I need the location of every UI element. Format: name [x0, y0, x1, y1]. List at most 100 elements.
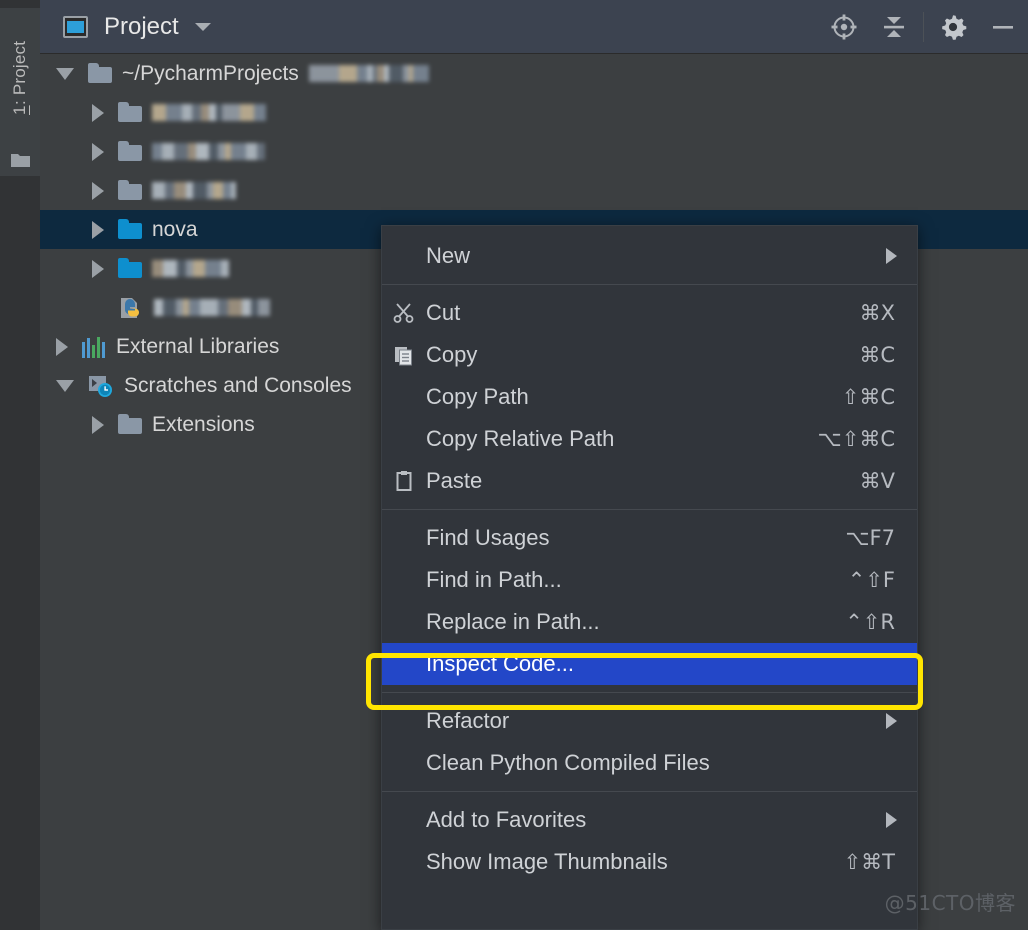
menu-item[interactable]: Replace in Path... ⌃⇧R	[382, 601, 917, 643]
submenu-arrow-icon	[886, 248, 897, 264]
tree-row[interactable]	[40, 132, 1028, 171]
watermark: @51CTO博客	[884, 891, 1016, 915]
settings-button[interactable]	[928, 0, 978, 54]
menu-item-icon-slot	[382, 418, 426, 460]
menu-item-icon-slot	[382, 742, 426, 784]
redacted-text	[154, 299, 270, 316]
menu-separator	[382, 509, 917, 510]
project-view-icon	[63, 15, 88, 38]
menu-item-label: Add to Favorites	[426, 807, 587, 832]
menu-item[interactable]: New	[382, 235, 917, 277]
menu-item-icon-slot	[382, 601, 426, 643]
collapse-all-icon	[884, 16, 904, 37]
menu-item-label: Clean Python Compiled Files	[426, 750, 710, 775]
context-menu[interactable]: New Cut ⌘X Copy ⌘C Copy Path ⇧⌘C Copy Relative …	[381, 225, 918, 930]
menu-item-label: Paste	[426, 468, 483, 493]
menu-item[interactable]: Paste ⌘V	[382, 460, 917, 502]
menu-item-shortcut: ⇧⌘T	[843, 850, 895, 874]
tree-row[interactable]	[40, 171, 1028, 210]
folder-icon	[118, 180, 142, 200]
tool-window-strip: 1: Project	[0, 0, 40, 930]
minimize-button[interactable]	[978, 0, 1028, 54]
folder-icon	[118, 141, 142, 161]
collapse-all-button[interactable]	[869, 0, 919, 54]
select-opened-file-button[interactable]	[819, 0, 869, 54]
folder-icon	[118, 258, 142, 278]
menu-item-icon-slot	[382, 292, 426, 334]
menu-item-icon-slot	[382, 559, 426, 601]
tree-row-label: nova	[152, 217, 198, 241]
menu-group: Find Usages ⌥F7 Find in Path... ⌃⇧F Replace …	[382, 517, 917, 685]
menu-item-icon-slot	[382, 700, 426, 742]
menu-item[interactable]: Cut ⌘X	[382, 292, 917, 334]
menu-item-label: Inspect Code...	[426, 651, 574, 676]
menu-item[interactable]: Find in Path... ⌃⇧F	[382, 559, 917, 601]
menu-item-icon-slot	[382, 643, 426, 685]
menu-item-shortcut: ⌘X	[859, 301, 895, 325]
menu-item-shortcut: ⌥⇧⌘C	[817, 427, 895, 451]
submenu-arrow-icon	[886, 812, 897, 828]
python-file-icon	[118, 297, 144, 319]
redacted-text	[152, 260, 229, 277]
tree-row[interactable]: ~/PycharmProjects	[40, 54, 1028, 93]
menu-item-icon-slot	[382, 841, 426, 883]
tool-tab-index: 1	[10, 105, 29, 115]
menu-item-label: Find in Path...	[426, 567, 562, 592]
menu-separator	[382, 284, 917, 285]
twisty-expanded-icon[interactable]	[56, 379, 74, 392]
redacted-text	[152, 104, 266, 121]
menu-item-label: Show Image Thumbnails	[426, 849, 668, 874]
menu-separator	[382, 791, 917, 792]
menu-item[interactable]: Copy Path ⇧⌘C	[382, 376, 917, 418]
menu-item-shortcut: ⌥F7	[845, 526, 895, 550]
redacted-text	[152, 182, 236, 199]
menu-item[interactable]: Find Usages ⌥F7	[382, 517, 917, 559]
menu-item[interactable]: Refactor	[382, 700, 917, 742]
scissors-icon	[393, 303, 414, 323]
redacted-text	[308, 65, 429, 82]
external-libraries-icon	[82, 336, 106, 358]
menu-item-shortcut: ⌃⇧F	[847, 568, 895, 592]
tree-row-label: Scratches and Consoles	[124, 373, 352, 397]
twisty-collapsed-icon[interactable]	[92, 415, 104, 434]
twisty-collapsed-icon[interactable]	[56, 337, 68, 356]
copy-icon	[395, 347, 412, 366]
tree-row-label: External Libraries	[116, 334, 280, 358]
menu-item-label: Copy Path	[426, 384, 529, 409]
twisty-collapsed-icon[interactable]	[92, 220, 104, 239]
tree-row-label: Extensions	[152, 412, 255, 436]
menu-group: Cut ⌘X Copy ⌘C Copy Path ⇧⌘C Copy Relative Pat…	[382, 292, 917, 502]
menu-item[interactable]: Copy ⌘C	[382, 334, 917, 376]
menu-item[interactable]: Clean Python Compiled Files	[382, 742, 917, 784]
twisty-collapsed-icon[interactable]	[92, 181, 104, 200]
menu-item[interactable]: Show Image Thumbnails ⇧⌘T	[382, 841, 917, 883]
tree-row[interactable]	[40, 93, 1028, 132]
twisty-collapsed-icon[interactable]	[92, 103, 104, 122]
tool-tab-name: : Project	[10, 41, 29, 106]
menu-item[interactable]: Add to Favorites	[382, 799, 917, 841]
folder-icon	[11, 152, 30, 167]
scratches-icon	[88, 375, 114, 397]
pycharm-window: 1: Project Project ~/PycharmProjects nov…	[0, 0, 1028, 930]
twisty-collapsed-icon[interactable]	[92, 142, 104, 161]
twisty-collapsed-icon[interactable]	[92, 259, 104, 278]
tree-row-path: ~/PycharmProjects	[122, 61, 299, 85]
menu-item-shortcut: ⌃⇧R	[845, 610, 895, 634]
menu-item-label: New	[426, 243, 471, 268]
menu-item-icon-slot	[382, 376, 426, 418]
twisty-expanded-icon[interactable]	[56, 67, 74, 80]
tool-tab-project-label[interactable]: 1: Project	[0, 8, 40, 148]
redacted-text	[152, 143, 265, 160]
menu-item[interactable]: Copy Relative Path ⌥⇧⌘C	[382, 418, 917, 460]
chevron-down-icon[interactable]	[194, 22, 211, 31]
menu-item[interactable]: Inspect Code...	[382, 643, 917, 685]
menu-item-label: Copy	[426, 342, 478, 367]
menu-separator	[382, 692, 917, 693]
menu-item-shortcut: ⌘C	[859, 343, 895, 367]
menu-item-icon-slot	[382, 460, 426, 502]
menu-item-shortcut: ⇧⌘C	[841, 385, 895, 409]
menu-item-label: Copy Relative Path	[426, 426, 615, 451]
page-title: Project	[104, 12, 179, 40]
folder-icon	[118, 102, 142, 122]
menu-item-label: Refactor	[426, 708, 510, 733]
